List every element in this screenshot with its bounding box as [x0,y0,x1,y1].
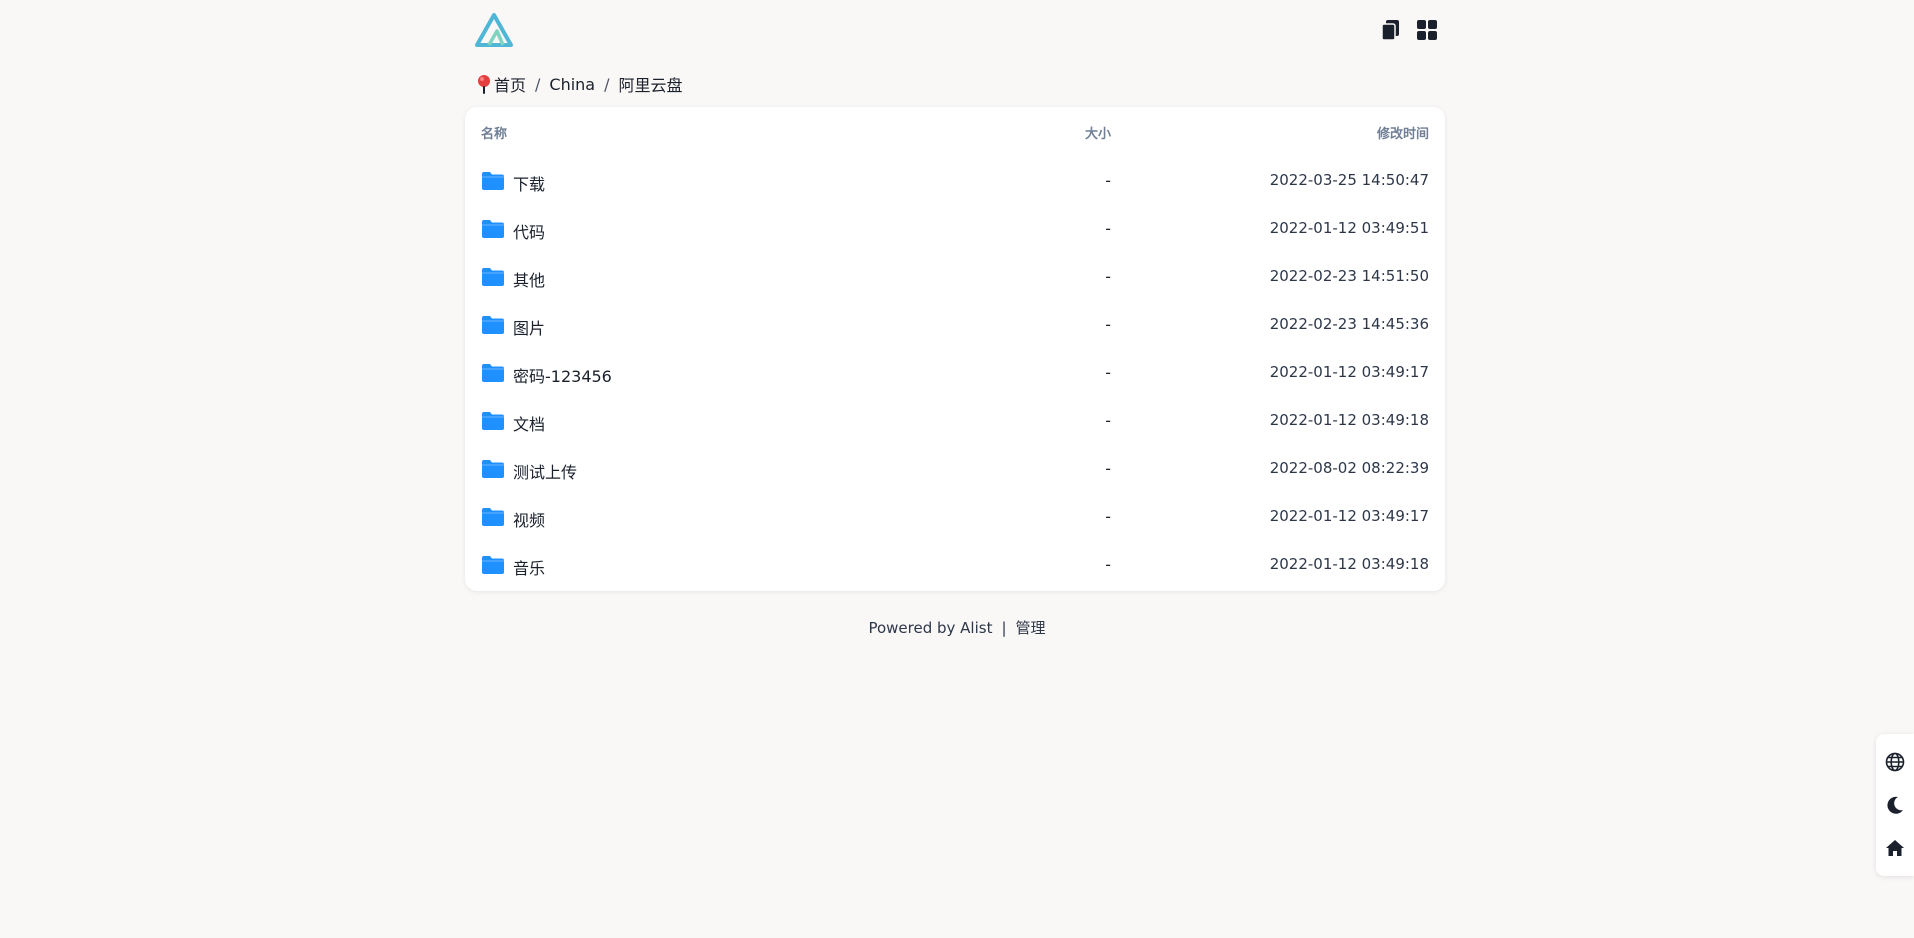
folder-icon [481,219,505,241]
table-row[interactable]: 代码 - 2022-01-12 03:49:51 [465,207,1445,255]
file-name: 视频 [513,511,546,530]
breadcrumb: 首页 / China / 阿里云盘 [476,72,683,96]
folder-icon [481,507,505,529]
file-modified: 2022-03-25 14:50:47 [1269,171,1429,189]
folder-icon [481,555,505,577]
file-size: - [1105,507,1111,526]
grid-view-icon[interactable] [1415,18,1439,42]
page: 首页 / China / 阿里云盘 名称 大小 修改时间 下载 - 2022-03-… [0,0,1914,938]
file-modified: 2022-08-02 08:22:39 [1269,459,1429,477]
file-name: 代码 [513,223,546,242]
alist-logo-icon[interactable] [475,10,515,50]
file-name: 密码-123456 [513,367,612,386]
column-size[interactable]: 大小 [1085,123,1111,142]
file-name: 音乐 [513,559,546,578]
folder-icon [481,459,505,481]
file-modified: 2022-01-12 03:49:18 [1269,411,1429,429]
list-view-icon[interactable] [1379,18,1403,42]
side-toolbar [1876,734,1914,876]
file-list: 名称 大小 修改时间 下载 - 2022-03-25 14:50:47 代码 - 2022… [465,107,1445,591]
folder-icon [481,363,505,385]
breadcrumb-home[interactable]: 首页 [494,72,526,96]
table-row[interactable]: 图片 - 2022-02-23 14:45:36 [465,303,1445,351]
folder-icon [481,411,505,433]
file-size: - [1105,555,1111,574]
file-size: - [1105,315,1111,334]
file-size: - [1105,219,1111,238]
powered-by-link[interactable]: Powered by Alist [868,619,992,637]
breadcrumb-separator: / [604,74,610,94]
folder-icon [481,171,505,193]
footer-separator: | [1001,618,1007,637]
location-pin-icon [476,74,492,94]
breadcrumb-china[interactable]: China [549,75,595,94]
folder-icon [481,315,505,337]
file-modified: 2022-01-12 03:49:51 [1269,219,1429,237]
file-name: 下载 [513,175,546,194]
file-size: - [1105,411,1111,430]
home-icon[interactable] [1884,837,1906,859]
file-name: 图片 [513,319,546,338]
file-modified: 2022-02-23 14:45:36 [1269,315,1429,333]
dark-mode-moon-icon[interactable] [1884,794,1906,816]
header [465,8,1445,52]
table-header: 名称 大小 修改时间 [481,123,1429,143]
table-row[interactable]: 测试上传 - 2022-08-02 08:22:39 [465,447,1445,495]
header-actions [1379,18,1445,42]
column-modified[interactable]: 修改时间 [1377,123,1429,142]
file-size: - [1105,363,1111,382]
table-body: 下载 - 2022-03-25 14:50:47 代码 - 2022-01-12 03:4… [465,159,1445,591]
breadcrumb-separator: / [535,74,541,94]
column-name[interactable]: 名称 [481,123,507,142]
file-modified: 2022-02-23 14:51:50 [1269,267,1429,285]
table-row[interactable]: 下载 - 2022-03-25 14:50:47 [465,159,1445,207]
file-modified: 2022-01-12 03:49:17 [1269,363,1429,381]
file-size: - [1105,459,1111,478]
admin-link[interactable]: 管理 [1016,617,1046,638]
file-modified: 2022-01-12 03:49:17 [1269,507,1429,525]
table-row[interactable]: 密码-123456 - 2022-01-12 03:49:17 [465,351,1445,399]
footer: Powered by Alist | 管理 [0,617,1914,638]
file-size: - [1105,171,1111,190]
file-size: - [1105,267,1111,286]
language-globe-icon[interactable] [1884,751,1906,773]
file-name: 其他 [513,271,546,290]
folder-icon [481,267,505,289]
file-name: 测试上传 [513,463,578,482]
table-row[interactable]: 其他 - 2022-02-23 14:51:50 [465,255,1445,303]
file-modified: 2022-01-12 03:49:18 [1269,555,1429,573]
breadcrumb-current[interactable]: 阿里云盘 [619,72,683,96]
table-row[interactable]: 视频 - 2022-01-12 03:49:17 [465,495,1445,543]
file-name: 文档 [513,415,546,434]
table-row[interactable]: 文档 - 2022-01-12 03:49:18 [465,399,1445,447]
table-row[interactable]: 音乐 - 2022-01-12 03:49:18 [465,543,1445,591]
